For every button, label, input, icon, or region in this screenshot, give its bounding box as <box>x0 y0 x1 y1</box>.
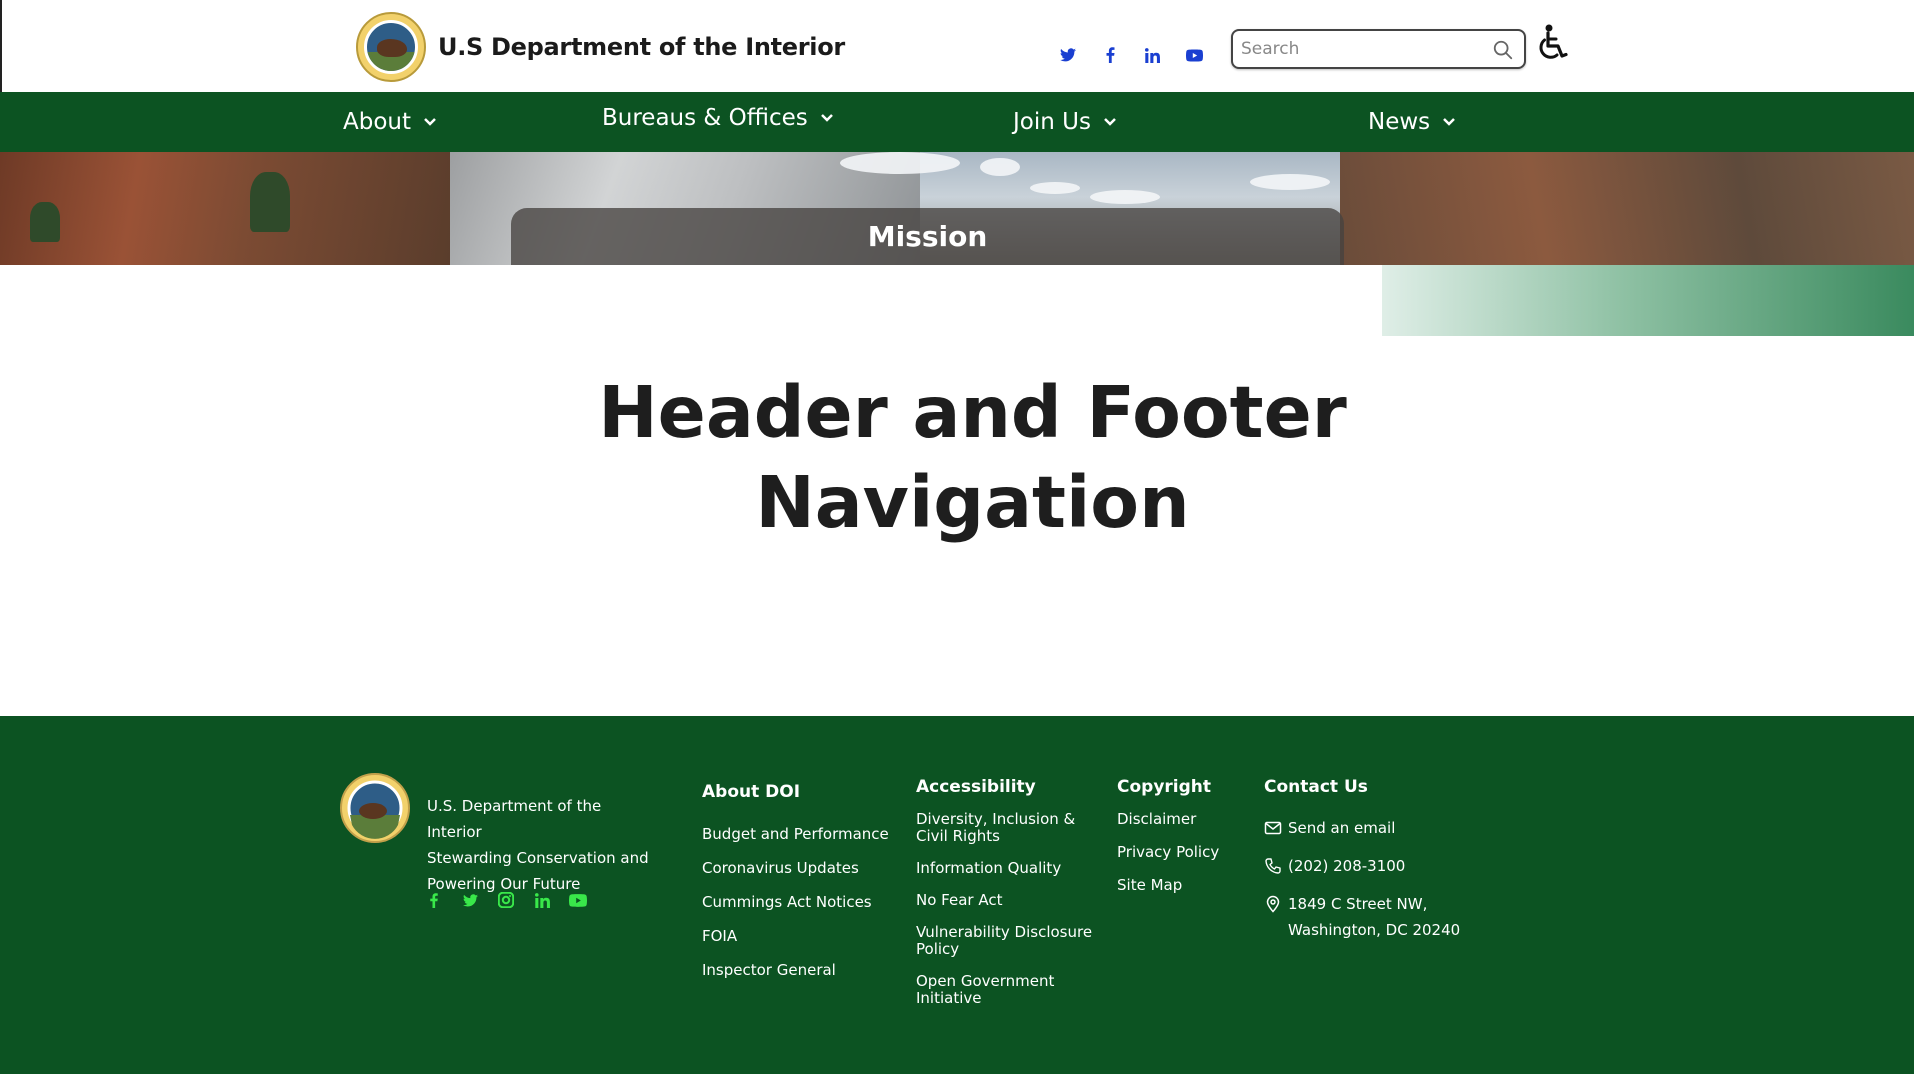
page-title-line2: Navigation <box>755 461 1190 544</box>
contact-phone[interactable]: (202) 208-3100 <box>1264 853 1494 879</box>
hero-cloud <box>1030 182 1080 194</box>
footer-link-diversity[interactable]: Diversity, Inclusion & Civil Rights <box>916 811 1106 845</box>
site-footer: U.S. Department of the Interior Stewardi… <box>0 716 1914 1074</box>
footer-col-about: About DOI Budget and Performance Coronav… <box>702 782 912 996</box>
address-line: 1849 C Street NW, <box>1288 895 1428 913</box>
hero-cliff-left <box>0 152 450 265</box>
footer-col-heading: Contact Us <box>1264 777 1368 797</box>
footer-link-vulnerability-disclosure[interactable]: Vulnerability Disclosure Policy <box>916 924 1106 958</box>
nav-item-label: News <box>1368 109 1431 135</box>
chevron-down-icon <box>1104 118 1116 126</box>
mission-label: Mission <box>867 220 988 253</box>
footer-col-contact: Contact Us Send an email (202) 208-3100 … <box>1264 777 1494 955</box>
chevron-down-icon <box>820 114 833 122</box>
footer-link-open-government[interactable]: Open Government Initiative <box>916 973 1106 1007</box>
youtube-icon[interactable] <box>568 890 588 910</box>
hero-cloud <box>980 158 1020 176</box>
search-input[interactable] <box>1241 38 1481 60</box>
main-nav: About Bureaus & Offices Join Us News <box>0 92 1914 152</box>
brand-logo-link[interactable]: U.S Department of the Interior <box>356 12 845 82</box>
contact-email-label: Send an email <box>1288 819 1396 837</box>
page-title: Header and Footer Navigation <box>520 368 1425 548</box>
instagram-icon[interactable] <box>496 890 516 910</box>
footer-link-cummings-act[interactable]: Cummings Act Notices <box>702 894 912 911</box>
footer-org-line: U.S. Department of the Interior <box>427 797 602 841</box>
decorative-gradient-strip <box>1382 265 1914 336</box>
search-box <box>1231 29 1526 69</box>
location-pin-icon <box>1266 895 1280 913</box>
search-icon[interactable] <box>1492 39 1514 61</box>
contact-email-link[interactable]: Send an email <box>1264 815 1494 841</box>
doi-seal-icon <box>356 12 426 82</box>
nav-item-label: Join Us <box>1013 109 1091 135</box>
facebook-icon[interactable] <box>1099 44 1121 66</box>
org-name: U.S Department of the Interior <box>438 33 845 61</box>
nav-item-label: Bureaus & Offices <box>602 105 808 131</box>
mission-tab[interactable]: Mission <box>511 208 1344 265</box>
footer-org-text: U.S. Department of the Interior Stewardi… <box>427 793 657 897</box>
nav-item-news[interactable]: News <box>1368 92 1456 152</box>
footer-org-line: Stewarding Conservation and <box>427 849 649 867</box>
accessibility-icon[interactable] <box>1537 24 1569 62</box>
youtube-icon[interactable] <box>1183 44 1205 66</box>
nav-item-join-us[interactable]: Join Us <box>1013 92 1117 152</box>
footer-link-information-quality[interactable]: Information Quality <box>916 860 1106 877</box>
footer-social-links <box>424 890 604 910</box>
hero-cloud <box>1090 190 1160 204</box>
contact-address-text: 1849 C Street NW, Washington, DC 20240 <box>1288 891 1460 943</box>
nav-item-about[interactable]: About <box>343 92 437 152</box>
site-header: U.S Department of the Interior <box>0 0 1914 92</box>
address-line: Washington, DC 20240 <box>1288 921 1461 939</box>
hero-cloud <box>840 152 960 174</box>
hero-cloud <box>1250 174 1330 190</box>
linkedin-icon[interactable] <box>1141 44 1163 66</box>
mail-icon <box>1264 821 1282 835</box>
doi-seal-icon <box>340 773 410 843</box>
chevron-down-icon <box>424 118 436 126</box>
footer-link-foia[interactable]: FOIA <box>702 928 912 945</box>
footer-col-heading: Accessibility <box>916 777 1036 797</box>
chevron-down-icon <box>1443 118 1456 126</box>
linkedin-icon[interactable] <box>532 890 552 910</box>
page-title-line1: Header and Footer <box>598 371 1347 454</box>
footer-link-inspector-general[interactable]: Inspector General <box>702 962 912 979</box>
footer-col-accessibility: Accessibility Diversity, Inclusion & Civ… <box>916 777 1106 1022</box>
header-social-links <box>1057 44 1225 66</box>
footer-col-heading: Copyright <box>1117 777 1212 797</box>
footer-link-no-fear-act[interactable]: No Fear Act <box>916 892 1106 909</box>
footer-col-heading: About DOI <box>702 782 801 802</box>
contact-phone-number: (202) 208-3100 <box>1288 857 1406 875</box>
footer-link-coronavirus[interactable]: Coronavirus Updates <box>702 860 912 877</box>
hero-banner: Mission <box>0 152 1914 265</box>
nav-item-bureaus-offices[interactable]: Bureaus & Offices <box>602 88 834 148</box>
hero-cliff-right <box>1340 152 1914 265</box>
twitter-icon[interactable] <box>1057 44 1079 66</box>
twitter-icon[interactable] <box>460 890 480 910</box>
phone-icon <box>1265 858 1281 874</box>
nav-item-label: About <box>343 109 412 135</box>
facebook-icon[interactable] <box>424 890 444 910</box>
footer-link-site-map[interactable]: Site Map <box>1117 877 1247 894</box>
contact-address: 1849 C Street NW, Washington, DC 20240 <box>1264 891 1494 943</box>
footer-link-budget[interactable]: Budget and Performance <box>702 826 912 843</box>
footer-link-disclaimer[interactable]: Disclaimer <box>1117 811 1247 828</box>
footer-col-copyright: Copyright Disclaimer Privacy Policy Site… <box>1117 777 1247 910</box>
footer-link-privacy-policy[interactable]: Privacy Policy <box>1117 844 1247 861</box>
